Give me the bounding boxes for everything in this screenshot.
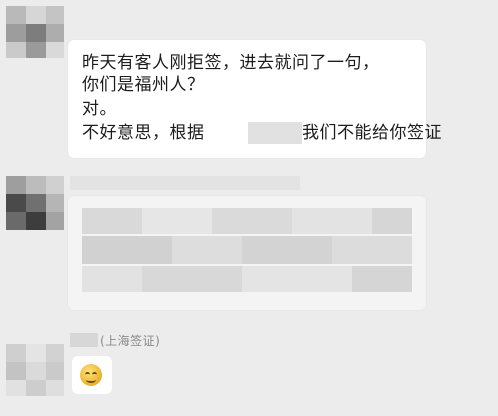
avatar-sender-3[interactable] bbox=[6, 344, 64, 396]
redacted-row-2d bbox=[332, 236, 412, 264]
avatar-sender-2[interactable] bbox=[6, 176, 64, 230]
redacted-row-1 bbox=[82, 208, 142, 234]
grinning-emoji-icon bbox=[80, 364, 102, 386]
message-line-2: 你们是福州人？ bbox=[82, 75, 205, 95]
redacted-row-3b bbox=[142, 266, 242, 292]
redacted-sender-name bbox=[70, 176, 300, 190]
message-line-4b: 我们不能给你签证 bbox=[302, 123, 442, 143]
sender-tag: (上海签证) bbox=[100, 334, 161, 348]
redacted-row-3 bbox=[82, 266, 142, 292]
message-line-4a: 不好意思，根据 bbox=[82, 123, 205, 143]
redacted-row-1d bbox=[292, 208, 372, 234]
message-bubble-text[interactable]: 昨天有客人刚拒签，进去就问了一句， 你们是福州人？ 对。 不好意思，根据 我们不… bbox=[68, 40, 442, 158]
message-line-3: 对。 bbox=[82, 99, 117, 119]
redacted-row-2b bbox=[172, 236, 242, 264]
redacted-row-1e bbox=[372, 208, 412, 234]
redacted-row-3d bbox=[352, 266, 412, 292]
redacted-row-3c bbox=[242, 266, 352, 292]
redacted-row-1c bbox=[212, 208, 292, 234]
redacted-row-2c bbox=[242, 236, 332, 264]
message-bubble-sticker[interactable] bbox=[72, 356, 112, 394]
message-line-1: 昨天有客人刚拒签，进去就问了一句， bbox=[82, 53, 380, 73]
redacted-sender-prefix bbox=[70, 333, 98, 347]
redacted-text-blur bbox=[248, 122, 302, 144]
redacted-row-2 bbox=[82, 236, 172, 264]
avatar-sender-1[interactable] bbox=[6, 6, 64, 58]
message-bubble-redacted[interactable] bbox=[68, 196, 426, 310]
redacted-row-1b bbox=[142, 208, 212, 234]
